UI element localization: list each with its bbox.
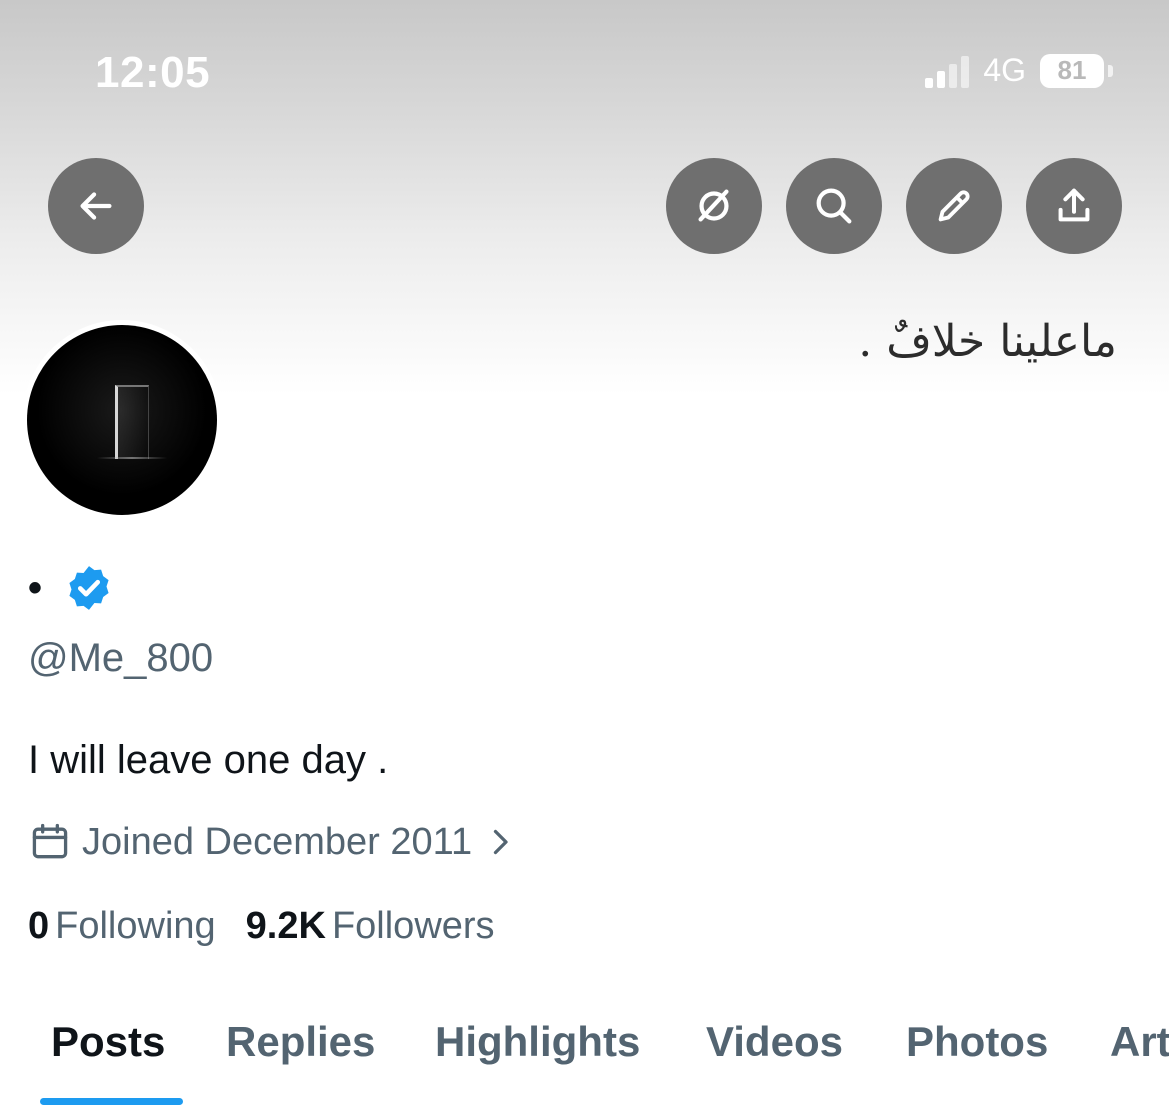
tab-videos[interactable]: Videos <box>706 1018 843 1066</box>
followers-label: Followers <box>331 905 495 947</box>
network-type: 4G <box>983 52 1026 88</box>
search-button[interactable] <box>786 158 882 254</box>
avatar-door-shape <box>115 385 149 459</box>
share-button[interactable] <box>1026 158 1122 254</box>
share-icon <box>1058 188 1090 222</box>
tab-replies[interactable]: Replies <box>226 1018 375 1066</box>
profile-page: 12:05 4G 81 ماعلينا خلافٌ . • @Me_800 I … <box>0 0 1169 1105</box>
tab-posts[interactable]: Posts <box>51 1018 165 1066</box>
following-count: 0 <box>28 905 50 947</box>
status-indicators: 4G 81 <box>925 52 1113 89</box>
battery-level: 81 <box>1057 55 1087 85</box>
tab-articles[interactable]: Articles <box>1110 1018 1169 1066</box>
back-button[interactable] <box>48 158 144 254</box>
banner-text: ماعلينا خلافٌ . <box>858 316 1117 367</box>
battery-icon: 81 <box>1040 53 1104 88</box>
pencil-icon <box>938 190 970 222</box>
avatar-light <box>97 457 167 459</box>
followers-link[interactable]: 9.2K Followers <box>246 905 495 948</box>
signal-icon <box>925 54 970 88</box>
profile-tabs: Posts Replies Highlights Videos Photos A… <box>0 1012 1169 1105</box>
following-link[interactable]: 0 Following <box>28 905 216 948</box>
avatar-image <box>27 325 217 515</box>
avatar[interactable] <box>22 320 222 520</box>
grok-icon <box>698 189 729 222</box>
tab-highlights[interactable]: Highlights <box>435 1018 640 1066</box>
bio-text: I will leave one day . <box>28 738 389 782</box>
active-tab-indicator <box>40 1098 183 1105</box>
user-handle: @Me_800 <box>28 636 214 680</box>
joined-date-row[interactable]: Joined December 2011 <box>28 820 518 864</box>
grok-button[interactable] <box>666 158 762 254</box>
status-time: 12:05 <box>95 48 211 97</box>
follow-stats: 0 Following 9.2K Followers <box>28 905 495 948</box>
chevron-right-icon <box>493 829 508 855</box>
battery-tip <box>1108 64 1113 77</box>
search-icon <box>816 188 852 224</box>
back-arrow-icon <box>80 192 112 220</box>
edit-button[interactable] <box>906 158 1002 254</box>
following-label: Following <box>55 905 216 947</box>
name-row: • <box>28 563 114 613</box>
display-name: • <box>28 566 43 610</box>
joined-date: Joined December 2011 <box>82 820 473 863</box>
tab-photos[interactable]: Photos <box>906 1018 1048 1066</box>
followers-count: 9.2K <box>245 905 326 947</box>
calendar-icon <box>32 823 68 859</box>
verified-badge-icon[interactable] <box>64 563 114 613</box>
